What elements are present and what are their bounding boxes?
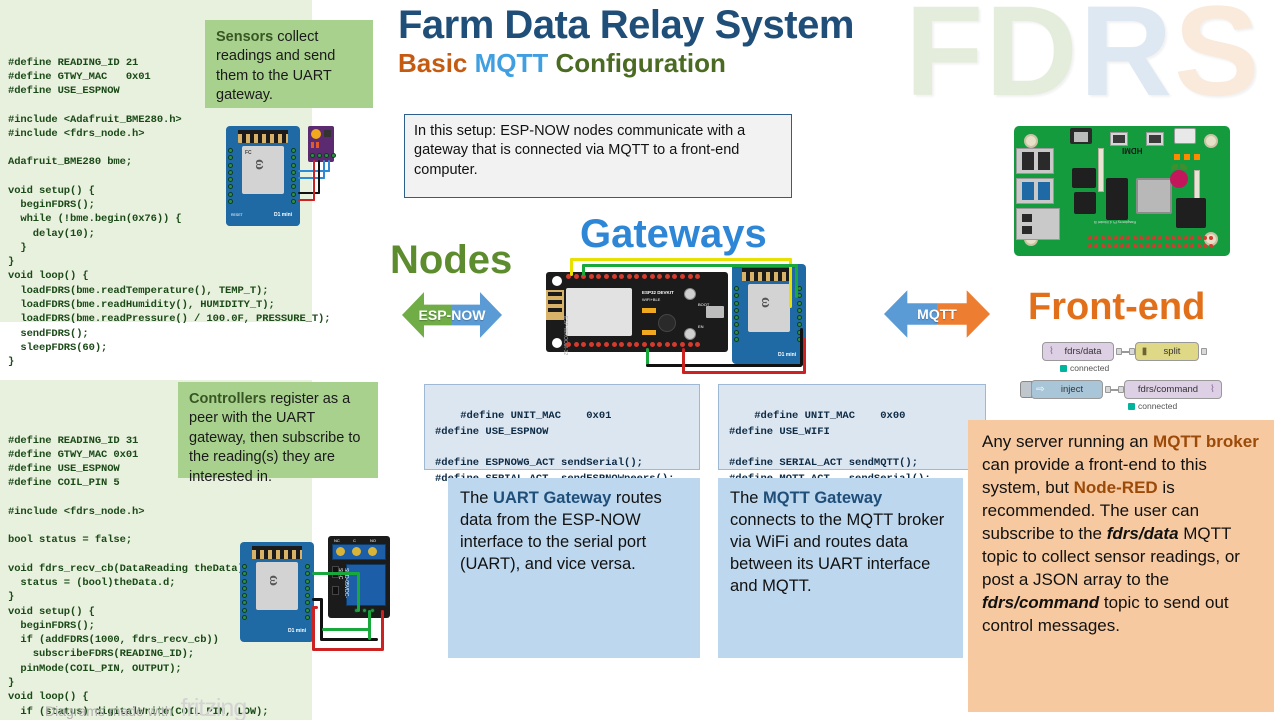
controllers-callout-bold: Controllers — [189, 391, 267, 407]
fritzing-brand-label: fritzing — [180, 694, 248, 720]
relay-c-label: C — [353, 538, 356, 543]
uart-desc-bold: UART Gateway — [493, 489, 612, 507]
sensors-callout: Sensors collect readings and send them t… — [205, 20, 373, 108]
logo-letter-r: R — [1079, 0, 1175, 123]
slide-canvas: FDRS #define READING_ID 21 #define GTWY_… — [0, 0, 1280, 720]
page-subtitle: Basic MQTT Configuration — [398, 48, 998, 79]
gateway-illustration: ESP-WROOM-32 ESP32 DEVKIT WIFI+BLE BOOT … — [546, 256, 828, 374]
nodered-row-data: ⌇ fdrs/data ▮ split — [1042, 342, 1207, 361]
gateway-d1-label: D1 mini — [778, 352, 797, 358]
nodered-split-output-port[interactable] — [1201, 348, 1207, 355]
en-label: EN — [698, 324, 704, 329]
frontend-description: Any server running an MQTT broker can pr… — [968, 420, 1274, 712]
nodered-mqtt-in-label: fdrs/data — [1064, 346, 1102, 357]
logo-letter-s: S — [1174, 0, 1262, 123]
relay-no-label: NO — [370, 538, 376, 543]
gateways-section-heading: Gateways — [580, 212, 767, 256]
sensor-node-illustration: ω FC D1 mini RESET — [218, 120, 336, 238]
uart-gateway-description: The UART Gateway routes data from the ES… — [448, 478, 700, 658]
subtitle-configuration: Configuration — [548, 48, 726, 78]
controller-board-label: D1 mini — [288, 628, 307, 634]
rpi-hdmi-label: HDMI — [1122, 146, 1143, 155]
gateway-chip-label: ESP-WROOM-32 — [562, 316, 568, 356]
nodered-wire — [1122, 350, 1129, 353]
mqtt-arrow: MQTT — [884, 287, 990, 341]
uart-desc-pre: The — [460, 489, 494, 507]
nodered-status-out: connected — [1128, 401, 1177, 411]
relay-nc-label: NC — [334, 538, 340, 543]
frontend-topic-data: fdrs/data — [1106, 524, 1179, 544]
intro-description-box: In this setup: ESP-NOW nodes communicate… — [404, 114, 792, 198]
frontend-p1: Any server running an — [982, 432, 1154, 451]
gateway-board-sublabel: WIFI+BLE — [642, 297, 661, 302]
mqtt-gateway-code-box: #define UNIT_MAC 0x00 #define USE_WIFI #… — [718, 384, 986, 485]
mqtt-gateway-code: #define UNIT_MAC 0x00 #define USE_WIFI #… — [729, 409, 931, 485]
mqtt-arrow-label: MQTT — [917, 306, 957, 322]
sensor-board-label: D1 mini — [274, 212, 293, 218]
nodered-inject-label: inject — [1060, 384, 1084, 395]
subtitle-basic: Basic — [398, 48, 475, 78]
fritzing-watermark: Diagrams made with fritzing — [45, 694, 248, 720]
wifi-signal-icon-2: ⌇ — [1210, 384, 1215, 395]
rpi-model-label: Raspberry Pi 4 Model B — [1094, 220, 1137, 225]
title-block: Farm Data Relay System Basic MQTT Config… — [398, 4, 998, 79]
status-dot-icon-2 — [1128, 402, 1135, 410]
gateway-board-label: ESP32 DEVKIT — [642, 290, 674, 295]
mqtt-gateway-description: The MQTT Gateway connects to the MQTT br… — [718, 478, 963, 658]
page-title: Farm Data Relay System — [398, 3, 854, 47]
nodered-mqtt-in-node[interactable]: ⌇ fdrs/data — [1042, 342, 1114, 361]
subtitle-mqtt: MQTT — [474, 48, 549, 78]
nodes-section-heading: Nodes — [390, 238, 513, 282]
frontend-section-heading: Front-end — [1028, 286, 1206, 328]
nodered-row-command: ⇨ inject fdrs/command ⌇ — [1020, 380, 1222, 399]
reset-label: RESET — [231, 213, 243, 217]
controller-node-illustration: ω D1 mini NC C NO SRD-05VDC-SL-C — [236, 528, 396, 680]
nodered-inject-node[interactable]: ⇨ inject — [1031, 380, 1103, 399]
nodered-status-out-label: connected — [1138, 401, 1178, 411]
sensors-callout-bold: Sensors — [216, 29, 274, 45]
nodered-mqtt-out-label: fdrs/command — [1137, 384, 1199, 395]
logo-letter-d: D — [985, 0, 1080, 123]
frontend-b2: Node-RED — [1073, 478, 1158, 498]
uart-gateway-code: #define UNIT_MAC 0x01 #define USE_ESPNOW… — [435, 409, 674, 485]
nodered-mqtt-out-node[interactable]: fdrs/command ⌇ — [1124, 380, 1222, 399]
espnow-arrow: ESP-NOW — [402, 289, 502, 341]
wifi-signal-icon: ⌇ — [1049, 346, 1054, 357]
mqtt-desc-pre: The — [730, 489, 764, 507]
arrow-right-icon: ⇨ — [1036, 384, 1045, 395]
status-dot-icon — [1060, 364, 1067, 372]
fritzing-made-with-label: Diagrams made with — [45, 703, 173, 719]
mqtt-desc-bold: MQTT Gateway — [763, 489, 883, 507]
nodered-status-in: connected — [1060, 363, 1109, 373]
nodered-wire-2 — [1111, 388, 1118, 391]
espnow-arrow-label: ESP-NOW — [418, 307, 486, 323]
mqtt-desc-rest: connects to the MQTT broker via WiFi and… — [730, 510, 945, 595]
raspberry-pi-illustration: HDMI Raspberry Pi 4 Model B — [1014, 126, 1230, 280]
frontend-topic-command: fdrs/command — [982, 593, 1100, 613]
split-icon: ▮ — [1141, 346, 1148, 357]
frontend-b1: MQTT broker — [1153, 432, 1259, 451]
nodered-split-label: split — [1163, 346, 1181, 357]
nodered-flow-diagram: ⌇ fdrs/data ▮ split connected ⇨ inject f… — [1014, 342, 1246, 414]
nodered-status-in-label: connected — [1070, 363, 1110, 373]
controllers-callout: Controllers register as a peer with the … — [178, 382, 378, 485]
uart-gateway-code-box: #define UNIT_MAC 0x01 #define USE_ESPNOW… — [424, 384, 700, 485]
nodered-split-node[interactable]: ▮ split — [1135, 342, 1199, 361]
